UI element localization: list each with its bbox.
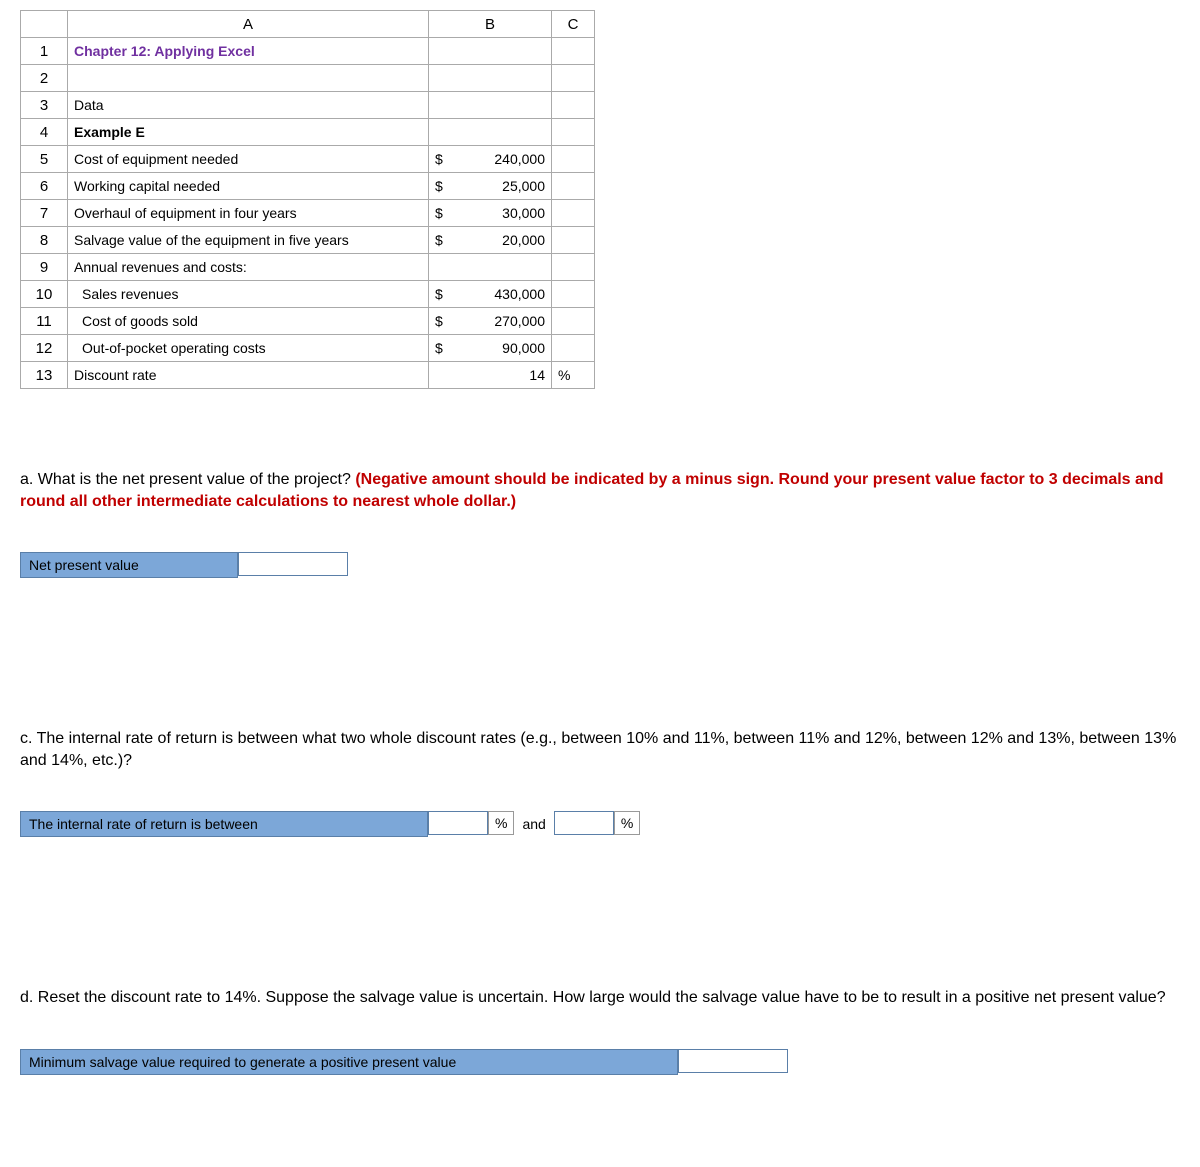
row-num: 4 [21, 119, 68, 146]
table-row: 1 Chapter 12: Applying Excel [21, 38, 595, 65]
table-row: 6 Working capital needed $25,000 [21, 173, 595, 200]
row-num: 6 [21, 173, 68, 200]
overhaul-value: $30,000 [429, 200, 552, 227]
col-header-b: B [429, 11, 552, 38]
question-d: d. Reset the discount rate to 14%. Suppo… [20, 987, 1180, 1009]
table-row: 7 Overhaul of equipment in four years $3… [21, 200, 595, 227]
row-num: 5 [21, 146, 68, 173]
answer-d-row: Minimum salvage value required to genera… [20, 1049, 788, 1075]
irr-upper-input[interactable] [554, 811, 614, 835]
question-a-text: a. What is the net present value of the … [20, 471, 355, 488]
irr-label: The internal rate of return is between [20, 811, 428, 837]
row-num: 7 [21, 200, 68, 227]
col-header-a: A [68, 11, 429, 38]
answer-c-row: The internal rate of return is between %… [20, 811, 640, 837]
overhaul-label: Overhaul of equipment in four years [68, 200, 429, 227]
npv-input[interactable] [238, 552, 348, 576]
cogs-value: $270,000 [429, 308, 552, 335]
opcosts-label: Out-of-pocket operating costs [68, 335, 429, 362]
pct-symbol-2: % [614, 811, 640, 835]
chapter-title: Chapter 12: Applying Excel [68, 38, 429, 65]
row-num: 8 [21, 227, 68, 254]
annual-label: Annual revenues and costs: [68, 254, 429, 281]
cogs-label: Cost of goods sold [68, 308, 429, 335]
npv-label: Net present value [20, 552, 238, 578]
discount-value: 14 [429, 362, 552, 389]
row-num: 3 [21, 92, 68, 119]
pct-symbol-1: % [488, 811, 514, 835]
table-row: 5 Cost of equipment needed $240,000 [21, 146, 595, 173]
table-row: 3 Data [21, 92, 595, 119]
working-capital-value: $25,000 [429, 173, 552, 200]
sales-label: Sales revenues [68, 281, 429, 308]
salvage-label: Salvage value of the equipment in five y… [68, 227, 429, 254]
table-row: 4 Example E [21, 119, 595, 146]
table-row: 10 Sales revenues $430,000 [21, 281, 595, 308]
table-row: 13 Discount rate 14 % [21, 362, 595, 389]
question-c: c. The internal rate of return is betwee… [20, 728, 1180, 771]
table-row: 12 Out-of-pocket operating costs $90,000 [21, 335, 595, 362]
corner-cell [21, 11, 68, 38]
excel-table: A B C 1 Chapter 12: Applying Excel 2 3 D… [20, 10, 595, 389]
table-row: 2 [21, 65, 595, 92]
example-label: Example E [68, 119, 429, 146]
irr-lower-input[interactable] [428, 811, 488, 835]
cost-equipment-value: $240,000 [429, 146, 552, 173]
row-num: 10 [21, 281, 68, 308]
row-num: 13 [21, 362, 68, 389]
salvage-value: $20,000 [429, 227, 552, 254]
discount-pct: % [552, 362, 595, 389]
row-num: 11 [21, 308, 68, 335]
cost-equipment-label: Cost of equipment needed [68, 146, 429, 173]
opcosts-value: $90,000 [429, 335, 552, 362]
table-row: 8 Salvage value of the equipment in five… [21, 227, 595, 254]
row-num: 1 [21, 38, 68, 65]
question-a: a. What is the net present value of the … [20, 469, 1180, 512]
col-header-c: C [552, 11, 595, 38]
min-salvage-label: Minimum salvage value required to genera… [20, 1049, 678, 1075]
sales-value: $430,000 [429, 281, 552, 308]
table-row: 9 Annual revenues and costs: [21, 254, 595, 281]
answer-a-row: Net present value [20, 552, 348, 578]
table-row: 11 Cost of goods sold $270,000 [21, 308, 595, 335]
min-salvage-input[interactable] [678, 1049, 788, 1073]
row-num: 9 [21, 254, 68, 281]
discount-label: Discount rate [68, 362, 429, 389]
row-num: 12 [21, 335, 68, 362]
working-capital-label: Working capital needed [68, 173, 429, 200]
and-text: and [514, 811, 553, 837]
row-num: 2 [21, 65, 68, 92]
data-label: Data [68, 92, 429, 119]
